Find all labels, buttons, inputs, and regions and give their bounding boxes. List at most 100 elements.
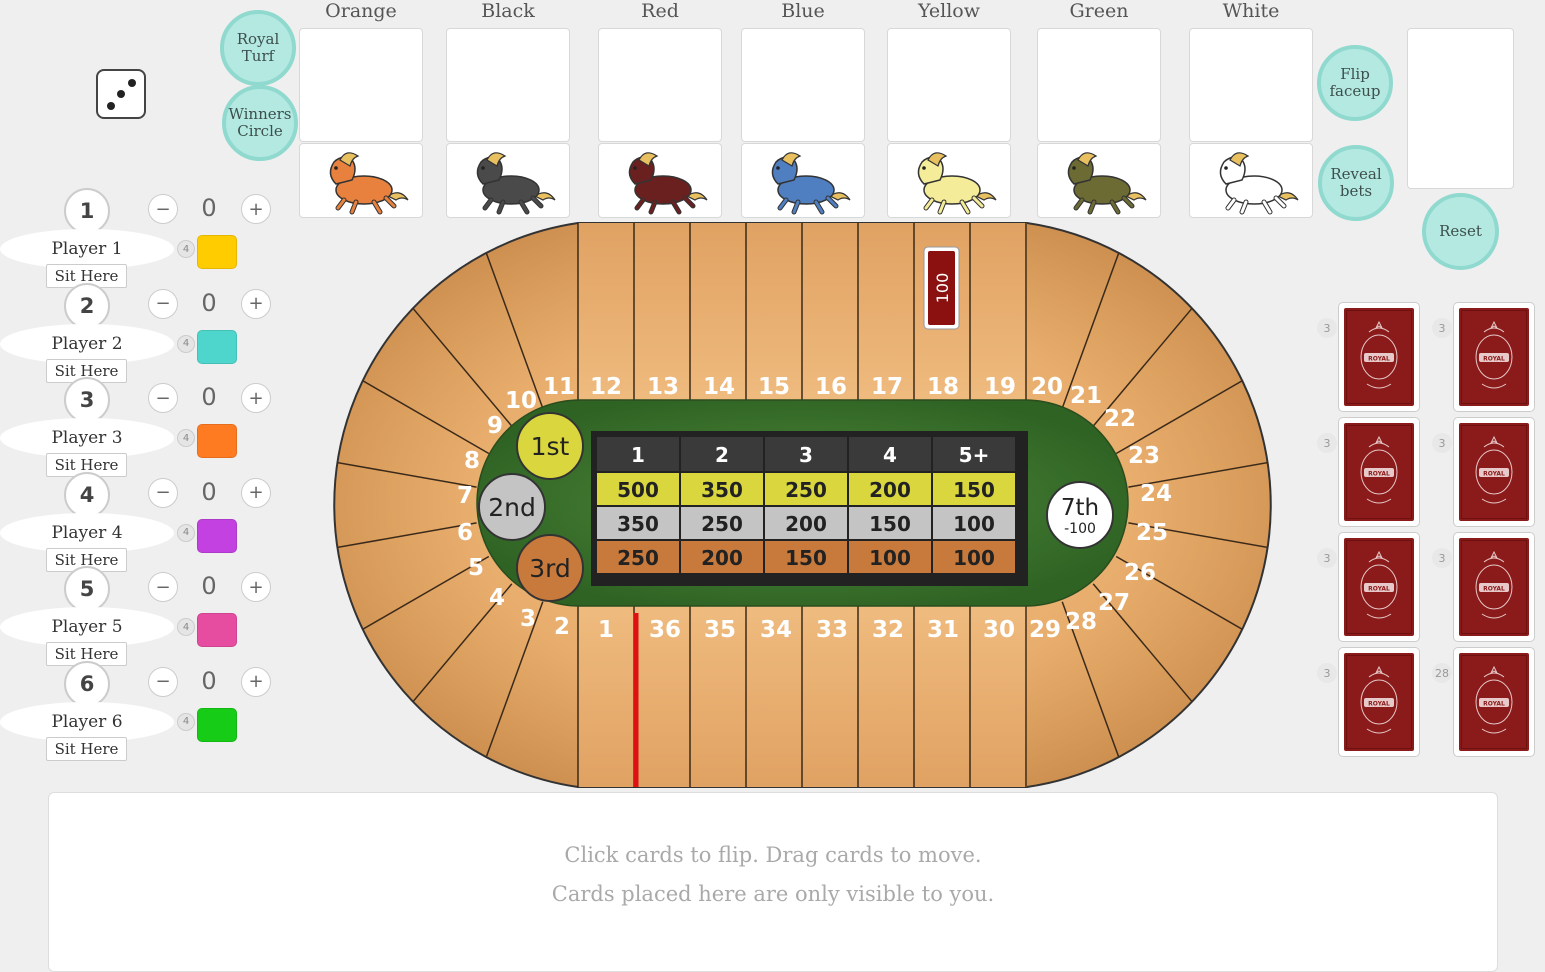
card-back-ornament-icon: ROYAL (1475, 320, 1513, 389)
horse-card[interactable] (598, 143, 722, 218)
bet-slot[interactable] (1037, 28, 1161, 142)
horse-card[interactable] (887, 143, 1011, 218)
player-color-swatch[interactable] (197, 235, 237, 269)
decrease-score-button[interactable]: − (148, 572, 178, 602)
card-deck[interactable]: ROYAL (1453, 647, 1535, 757)
horse-card[interactable] (446, 143, 570, 218)
card-back-ornament-icon: ROYAL (1475, 665, 1513, 734)
track-space-number: 24 (1140, 481, 1172, 507)
player-color-swatch[interactable] (197, 707, 237, 742)
deck-logo-text: ROYAL (1368, 471, 1390, 478)
track-space-number: 29 (1029, 617, 1061, 643)
bet-slot[interactable] (446, 28, 570, 142)
bet-slot[interactable] (299, 28, 423, 142)
reset-button[interactable]: Reset (1422, 193, 1499, 270)
card-deck[interactable]: ROYAL (1453, 532, 1535, 642)
marker-token[interactable]: 100 (923, 246, 960, 330)
horse-card[interactable] (741, 143, 865, 218)
track-space-number: 2 (554, 614, 570, 640)
bet-slot[interactable] (598, 28, 722, 142)
royal-turf-button[interactable]: Royal Turf (220, 10, 296, 86)
player-card-count: 4 (177, 429, 195, 447)
die[interactable] (96, 69, 146, 119)
decrease-score-button[interactable]: − (148, 383, 178, 413)
track-space-number: 19 (984, 374, 1016, 400)
card-back: ROYAL (1457, 651, 1531, 753)
decrease-score-button[interactable]: − (148, 666, 178, 697)
track-space-number: 17 (871, 374, 903, 400)
deck-logo-text: ROYAL (1483, 356, 1505, 363)
horse-card[interactable] (299, 143, 423, 218)
player-color-swatch[interactable] (197, 329, 237, 364)
player-score: 0 (201, 383, 217, 411)
increase-score-button[interactable]: + (241, 288, 271, 319)
increase-score-button[interactable]: + (241, 477, 271, 508)
place-7th-value: -100 (1064, 521, 1096, 537)
card-back: ROYAL (1457, 306, 1531, 408)
card-deck[interactable]: ROYAL (1338, 647, 1420, 757)
card-deck[interactable]: ROYAL (1453, 302, 1535, 412)
payout-value: 200 (869, 478, 911, 502)
track-space-number: 22 (1104, 406, 1136, 432)
flip-faceup-button[interactable]: Flip faceup (1317, 45, 1393, 121)
payout-header-text: 2 (715, 443, 729, 467)
increase-score-button[interactable]: + (241, 194, 271, 224)
card-deck[interactable]: ROYAL (1338, 302, 1420, 412)
decrease-score-button[interactable]: − (148, 194, 178, 224)
increase-score-button[interactable]: + (241, 572, 271, 602)
deck-count: 3 (1432, 318, 1452, 338)
player-number: 6 (64, 660, 110, 707)
horse-column-label: Red (641, 0, 679, 22)
increase-score-button[interactable]: + (241, 383, 271, 413)
discard-slot[interactable] (1407, 28, 1514, 189)
reset-label: Reset (1439, 222, 1482, 240)
decrease-score-button[interactable]: − (148, 288, 178, 319)
player-name: Player 5 (0, 607, 174, 647)
place-3rd-label: 3rd (529, 554, 571, 583)
private-hand-area[interactable]: Click cards to flip. Drag cards to move.… (48, 792, 1498, 972)
deck-logo-text: ROYAL (1483, 586, 1505, 593)
horse-column-label: White (1222, 0, 1280, 22)
winners-circle-button[interactable]: Winners Circle (222, 85, 298, 161)
reveal-bets-button[interactable]: Reveal bets (1318, 145, 1394, 221)
player-color-swatch[interactable] (197, 613, 237, 647)
horse-column-label: Black (481, 0, 535, 22)
deck-count: 3 (1317, 548, 1337, 568)
card-back-ornament-icon: ROYAL (1360, 435, 1398, 504)
horse-icon (917, 152, 997, 215)
bet-slot[interactable] (741, 28, 865, 142)
increase-score-button[interactable]: + (241, 666, 271, 697)
player-card-count: 4 (177, 712, 195, 731)
payout-value: 200 (701, 546, 743, 570)
card-back: ROYAL (1342, 421, 1416, 523)
player-number: 3 (64, 377, 110, 423)
track-space-number: 9 (487, 413, 503, 439)
payout-value: 200 (785, 512, 827, 536)
sit-here-button[interactable]: Sit Here (46, 736, 127, 761)
player-color-swatch[interactable] (197, 518, 237, 553)
track-space-number: 3 (520, 606, 536, 632)
horse-icon (329, 152, 409, 215)
marker-value: 100 (933, 273, 952, 304)
track-space-number: 32 (872, 617, 904, 643)
race-track: 1234567891011 12 13 14 15 16 17 18 19 20 212223242… (333, 222, 1272, 788)
payout-value: 100 (869, 546, 911, 570)
payout-header-text: 3 (799, 443, 813, 467)
place-2nd: 2nd (478, 473, 546, 541)
horse-card[interactable] (1037, 143, 1161, 218)
horse-card[interactable] (1189, 143, 1313, 218)
card-deck[interactable]: ROYAL (1338, 417, 1420, 527)
card-deck[interactable]: ROYAL (1453, 417, 1535, 527)
deck-count: 3 (1317, 663, 1337, 683)
bet-slot[interactable] (1189, 28, 1313, 142)
winners-circle-label: Winners Circle (228, 105, 292, 140)
decrease-score-button[interactable]: − (148, 477, 178, 508)
die-pip (128, 79, 136, 87)
card-deck[interactable]: ROYAL (1338, 532, 1420, 642)
player-color-swatch[interactable] (197, 424, 237, 458)
deck-count: 3 (1432, 548, 1452, 568)
payout-value: 100 (953, 512, 995, 536)
bet-slot[interactable] (887, 28, 1011, 142)
place-2nd-label: 2nd (488, 493, 536, 522)
player-name: Player 1 (0, 229, 174, 269)
